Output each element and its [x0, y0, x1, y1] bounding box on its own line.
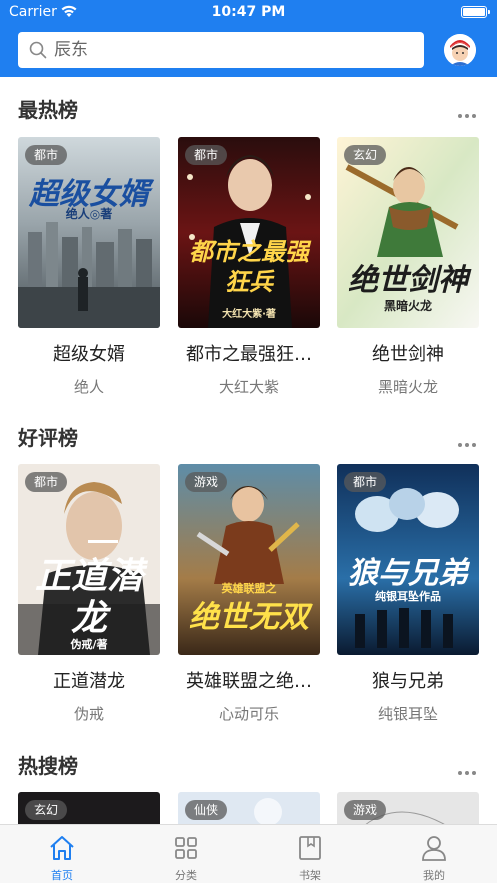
search-input[interactable] [54, 32, 414, 68]
cover-author: 黑暗火龙 [383, 299, 432, 313]
cover-title: 绝世剑神 [348, 263, 468, 298]
cover-author: 纯银耳坠作品 [375, 590, 441, 603]
search-bar[interactable] [18, 32, 424, 68]
battery-icon [461, 6, 490, 18]
tab-category[interactable]: 分类 [124, 825, 248, 883]
book-title: 狼与兄弟 [372, 671, 444, 692]
home-icon [50, 836, 74, 860]
cover-title: 正道潜龙 [34, 556, 143, 639]
section-title-top-rated: 好评榜 [18, 426, 78, 450]
book-card[interactable]: 绝世剑神 黑暗火龙 玄幻 绝世剑神 黑暗火龙 [337, 137, 479, 397]
book-title: 都市之最强狂… [186, 344, 312, 365]
book-cover[interactable]: 狼与兄弟 纯银耳坠作品 都市 [337, 464, 479, 655]
cover-author: 大红大紫·著 [222, 309, 276, 320]
tab-label: 分类 [175, 869, 197, 882]
genre-tag: 都市 [25, 472, 68, 492]
genre-tag: 都市 [344, 472, 387, 492]
book-author: 伪戒 [73, 705, 104, 723]
book-title: 正道潜龙 [53, 671, 125, 692]
section-title-trending: 热搜榜 [18, 754, 78, 778]
genre-tag: 玄幻 [344, 145, 387, 165]
clock: 10:47 PM [211, 4, 286, 20]
book-title: 超级女婿 [53, 344, 125, 365]
genre-tag: 玄幻 [25, 800, 68, 820]
avatar-icon [444, 34, 476, 66]
book-card[interactable]: 都市之最强狂兵 大红大紫·著 都市 都市之最强狂… 大红大紫 [178, 137, 320, 397]
book-cover[interactable]: 英雄联盟之 绝世无双 游戏 [178, 464, 320, 655]
tab-bookshelf[interactable]: 书架 [248, 825, 372, 883]
more-icon[interactable] [458, 432, 482, 447]
book-author: 心动可乐 [218, 705, 279, 723]
genre-tag: 游戏 [344, 800, 387, 820]
book-card[interactable]: 超级女婿 绝人◎著 都市 超级女婿 绝人 [18, 137, 160, 397]
tab-label: 首页 [51, 869, 73, 882]
section-title-hottest: 最热榜 [18, 98, 78, 122]
book-cover[interactable]: 正道潜龙 伪戒/著 都市 [18, 464, 160, 655]
grid-icon [175, 837, 197, 859]
book-author: 绝人 [73, 378, 104, 396]
book-card[interactable]: 正道潜龙 伪戒/著 都市 正道潜龙 伪戒 [18, 464, 160, 724]
cover-author: 绝人◎著 [65, 207, 113, 221]
bookshelf-icon [299, 836, 321, 860]
book-author: 黑暗火龙 [377, 378, 438, 396]
book-cover[interactable]: 超级女婿 绝人◎著 都市 [18, 137, 160, 328]
more-icon[interactable] [458, 103, 482, 118]
tab-label: 我的 [423, 869, 445, 882]
book-cover[interactable]: 都市之最强狂兵 大红大紫·著 都市 [178, 137, 320, 328]
top-bar: Carrier 10:47 PM [0, 0, 497, 77]
genre-tag: 都市 [25, 145, 68, 165]
book-card[interactable]: 狼与兄弟 纯银耳坠作品 都市 狼与兄弟 纯银耳坠 [337, 464, 479, 724]
more-icon[interactable] [458, 760, 482, 775]
genre-tag: 都市 [185, 145, 228, 165]
genre-tag: 游戏 [185, 472, 228, 492]
tab-bar: 首页 分类 书架 我的 [0, 824, 497, 883]
book-cover[interactable]: 绝世剑神 黑暗火龙 玄幻 [337, 137, 479, 328]
book-title: 英雄联盟之绝… [186, 671, 312, 692]
tab-label: 书架 [299, 869, 321, 882]
cover-title: 绝世无双 [189, 600, 309, 635]
tab-home[interactable]: 首页 [0, 825, 124, 883]
book-author: 大红大紫 [218, 378, 279, 396]
search-icon [29, 41, 47, 59]
cover-author: 伪戒/著 [70, 638, 108, 651]
book-card[interactable]: 英雄联盟之 绝世无双 游戏 英雄联盟之绝… 心动可乐 [178, 464, 320, 724]
user-icon [422, 836, 446, 861]
genre-tag: 仙侠 [185, 800, 228, 820]
cover-title: 都市之最强狂兵 [189, 238, 309, 296]
tab-profile[interactable]: 我的 [372, 825, 496, 883]
book-title: 绝世剑神 [372, 344, 444, 365]
status-bar: Carrier 10:47 PM [0, 0, 497, 26]
cover-title: 狼与兄弟 [348, 556, 468, 591]
book-author: 纯银耳坠 [377, 705, 438, 723]
avatar[interactable] [444, 34, 476, 66]
